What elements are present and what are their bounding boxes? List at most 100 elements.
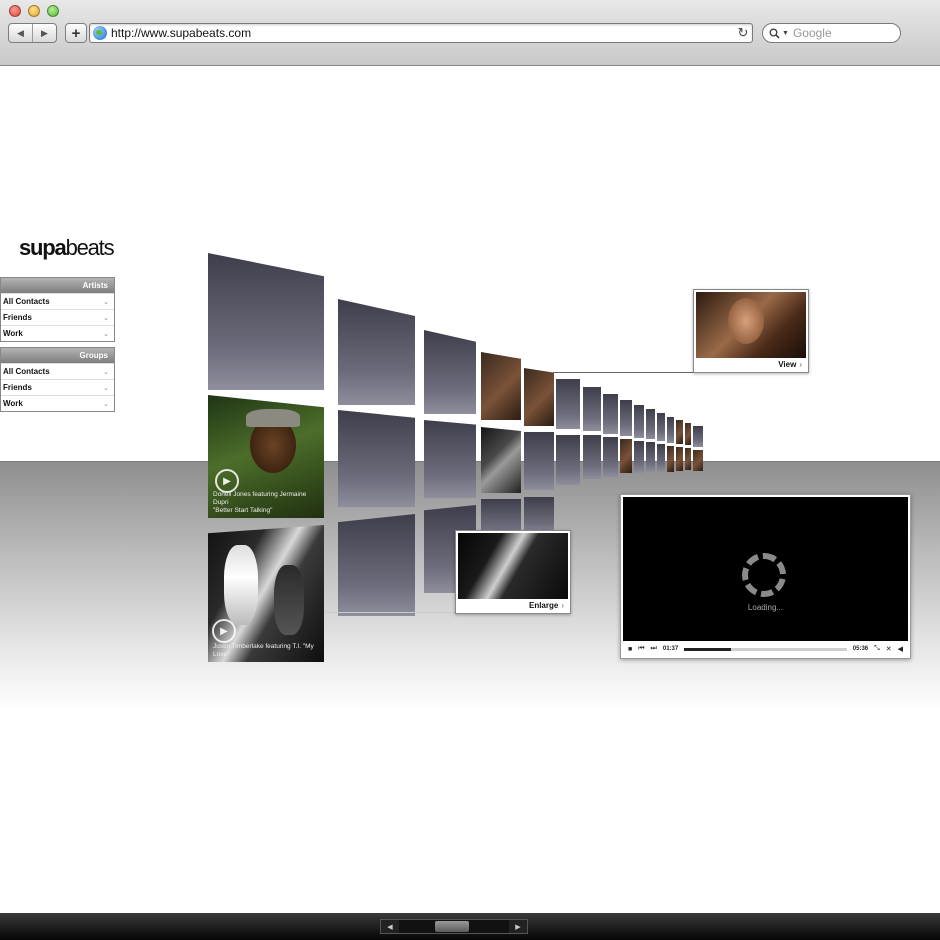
chevron-down-icon: ⌄: [103, 330, 109, 338]
video-tile[interactable]: [676, 420, 683, 444]
minimize-window-button[interactable]: [28, 5, 40, 17]
volume-icon[interactable]: ◀: [898, 645, 903, 653]
artists-item-work[interactable]: Work ⌄: [1, 325, 114, 341]
scroll-left-button[interactable]: ◀: [381, 920, 399, 933]
chevron-down-icon: ⌄: [103, 368, 109, 376]
browser-toolbar: ◀ ▶ + http://www.supabeats.com ↻ ▼ Googl…: [0, 0, 940, 66]
stop-icon[interactable]: ■: [628, 646, 632, 653]
video-caption: Donell Jones featuring Jermaine Dupri "B…: [213, 491, 320, 515]
chevron-down-icon: ⌄: [103, 298, 109, 306]
video-tile-donell-jones[interactable]: ▶ Donell Jones featuring Jermaine Dupri …: [208, 395, 324, 518]
artists-item-friends[interactable]: Friends ⌄: [1, 309, 114, 325]
video-tile[interactable]: [693, 450, 703, 471]
reload-icon[interactable]: ↻: [734, 25, 752, 41]
video-tile[interactable]: [685, 448, 691, 470]
play-icon[interactable]: ▶: [215, 469, 239, 493]
video-screen[interactable]: Loading...: [623, 497, 908, 641]
video-tile[interactable]: [620, 439, 632, 473]
groups-item-all-contacts[interactable]: All Contacts ⌄: [1, 363, 114, 379]
video-tile[interactable]: [424, 420, 476, 498]
video-tile[interactable]: [481, 427, 521, 493]
shrink-icon[interactable]: ⤡: [874, 645, 880, 653]
play-icon[interactable]: ▶: [212, 619, 236, 643]
video-tile[interactable]: [685, 423, 691, 445]
chevron-down-icon: ⌄: [103, 384, 109, 392]
video-caption: Justin Timberlake featuring T.I. "My Lov…: [213, 643, 320, 659]
artist-figure: [224, 545, 258, 625]
panel-item-label: Friends: [3, 313, 32, 322]
preview-image: [458, 533, 568, 599]
groups-panel: Groups All Contacts ⌄ Friends ⌄ Work ⌄: [0, 347, 115, 412]
page-content: supabeats Artists All Contacts ⌄ Friends…: [0, 67, 940, 913]
groups-item-work[interactable]: Work ⌄: [1, 395, 114, 411]
view-popup: View ›: [693, 289, 809, 373]
video-tile[interactable]: [524, 432, 554, 490]
artist-figure: [274, 565, 304, 635]
add-bookmark-button[interactable]: +: [65, 23, 87, 43]
video-tile[interactable]: [208, 253, 324, 390]
close-window-button[interactable]: [9, 5, 21, 17]
magnifier-icon: [769, 28, 780, 39]
horizontal-scrollbar[interactable]: ◀ ▶: [380, 919, 528, 934]
video-tile[interactable]: [646, 409, 655, 439]
chevron-down-icon: ⌄: [103, 314, 109, 322]
video-tile[interactable]: [556, 435, 580, 485]
video-tile[interactable]: [338, 299, 415, 405]
video-tile[interactable]: [646, 442, 655, 472]
chevron-right-icon: ›: [561, 601, 564, 610]
scroll-thumb[interactable]: [435, 921, 469, 932]
scroll-right-button[interactable]: ▶: [509, 920, 527, 933]
video-tile[interactable]: [634, 405, 644, 438]
progress-bar[interactable]: [684, 647, 847, 651]
panel-item-label: Work: [3, 329, 23, 338]
artists-item-all-contacts[interactable]: All Contacts ⌄: [1, 293, 114, 309]
panel-item-label: All Contacts: [3, 297, 50, 306]
address-bar[interactable]: http://www.supabeats.com ↻: [89, 23, 753, 43]
groups-item-friends[interactable]: Friends ⌄: [1, 379, 114, 395]
enlarge-popup: Enlarge ›: [455, 530, 571, 614]
video-tile[interactable]: [424, 330, 476, 414]
video-tile[interactable]: [634, 441, 644, 473]
view-label: View: [778, 360, 797, 369]
globe-icon: [93, 26, 107, 40]
previous-icon[interactable]: ⏮: [638, 645, 644, 653]
video-tile[interactable]: [556, 379, 580, 429]
artists-panel-title: Artists: [1, 278, 114, 293]
video-tile[interactable]: [603, 394, 618, 434]
forward-button[interactable]: ▶: [32, 24, 56, 42]
video-tile[interactable]: [338, 410, 415, 507]
loading-spinner-icon: [742, 553, 786, 597]
video-tile[interactable]: [338, 514, 415, 616]
logo-part-bold: supa: [19, 235, 67, 260]
fullscreen-icon[interactable]: ✕: [886, 645, 892, 653]
video-tile[interactable]: [620, 400, 632, 436]
view-button[interactable]: View ›: [694, 358, 808, 372]
url-text[interactable]: http://www.supabeats.com: [111, 26, 734, 40]
back-button[interactable]: ◀: [9, 24, 32, 42]
current-time: 01:37: [662, 646, 679, 652]
groups-panel-title: Groups: [1, 348, 114, 363]
video-tile[interactable]: [657, 444, 665, 472]
video-tile[interactable]: [667, 417, 674, 443]
video-tile[interactable]: [481, 352, 521, 420]
next-icon[interactable]: ⏭: [651, 645, 657, 653]
site-logo[interactable]: supabeats: [19, 235, 115, 261]
video-tile[interactable]: [583, 387, 601, 431]
video-tile[interactable]: [583, 435, 601, 479]
video-tile[interactable]: [524, 368, 554, 426]
video-tile[interactable]: [603, 437, 618, 477]
video-tile[interactable]: [667, 446, 674, 472]
logo-part-light: beats: [65, 235, 115, 260]
artists-panel: Artists All Contacts ⌄ Friends ⌄ Work ⌄: [0, 277, 115, 342]
search-field[interactable]: ▼ Google: [762, 23, 901, 43]
zoom-window-button[interactable]: [47, 5, 59, 17]
caption-line-1: Donell Jones featuring Jermaine Dupri: [213, 491, 307, 506]
popup-connector: [553, 372, 694, 373]
player-controls: ■ ⏮ ⏭ 01:37 05:36 ⤡ ✕ ◀: [623, 641, 908, 657]
enlarge-button[interactable]: Enlarge ›: [456, 599, 570, 613]
video-tile[interactable]: [693, 426, 703, 447]
scroll-track[interactable]: [399, 920, 509, 933]
video-tile[interactable]: [657, 413, 665, 441]
video-tile[interactable]: [676, 447, 683, 471]
video-tile-justin-timberlake[interactable]: ▶ Justin Timberlake featuring T.I. "My L…: [208, 525, 324, 662]
